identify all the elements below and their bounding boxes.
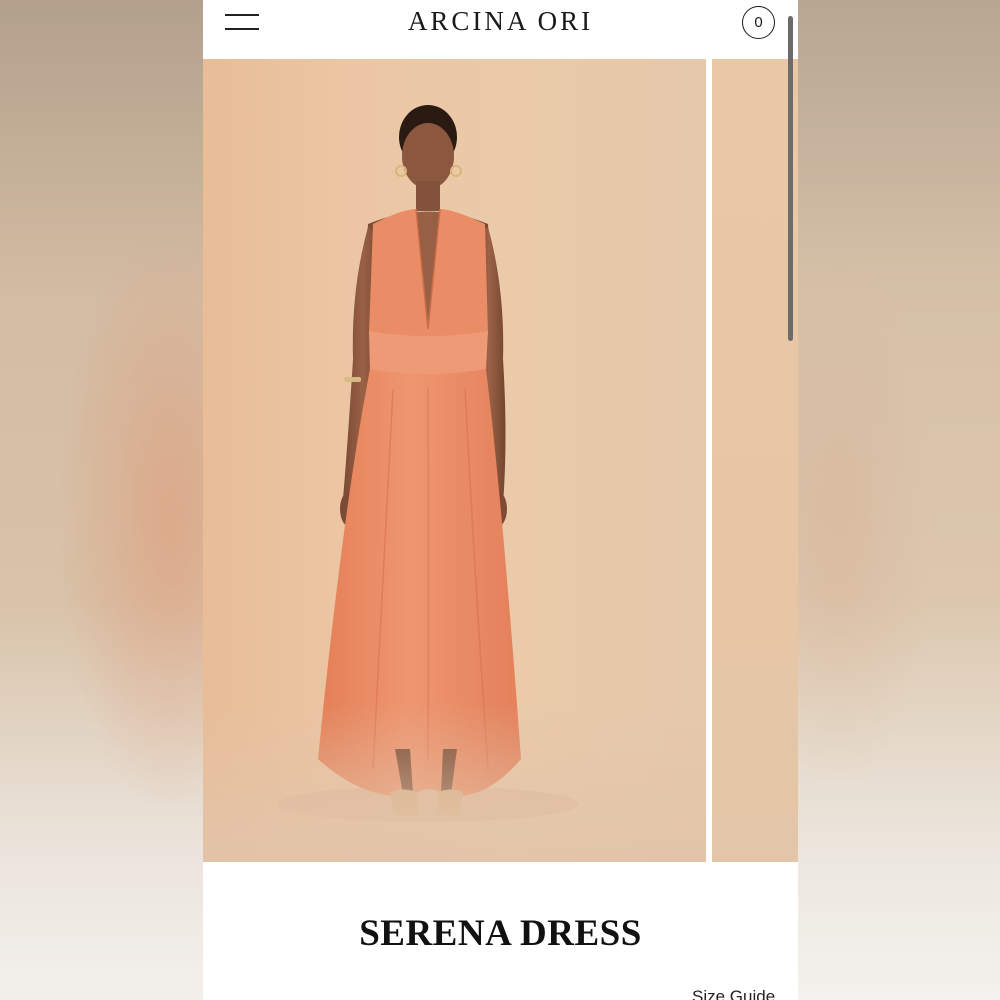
cart-icon[interactable]: 0 — [742, 6, 775, 39]
product-info: SERENA DRESS Size Guide — [203, 862, 798, 1000]
phone-screen: ARCINA ORI 0 SERENA DRESS Size Guide — [203, 0, 798, 1000]
top-navigation-bar: ARCINA ORI 0 — [203, 0, 798, 58]
background-blur-right — [798, 0, 1000, 1000]
floor-shadow — [203, 702, 706, 862]
cart-count: 0 — [754, 14, 763, 31]
background-blur-left — [0, 0, 203, 1000]
scrollbar[interactable] — [788, 16, 793, 341]
product-title: SERENA DRESS — [359, 913, 642, 954]
product-image-gallery[interactable] — [203, 59, 798, 862]
size-guide-link[interactable]: Size Guide — [692, 987, 775, 1000]
product-image-main[interactable] — [203, 59, 706, 862]
brand-logo[interactable]: ARCINA ORI — [203, 6, 798, 37]
product-image-next-peek[interactable] — [712, 59, 798, 862]
